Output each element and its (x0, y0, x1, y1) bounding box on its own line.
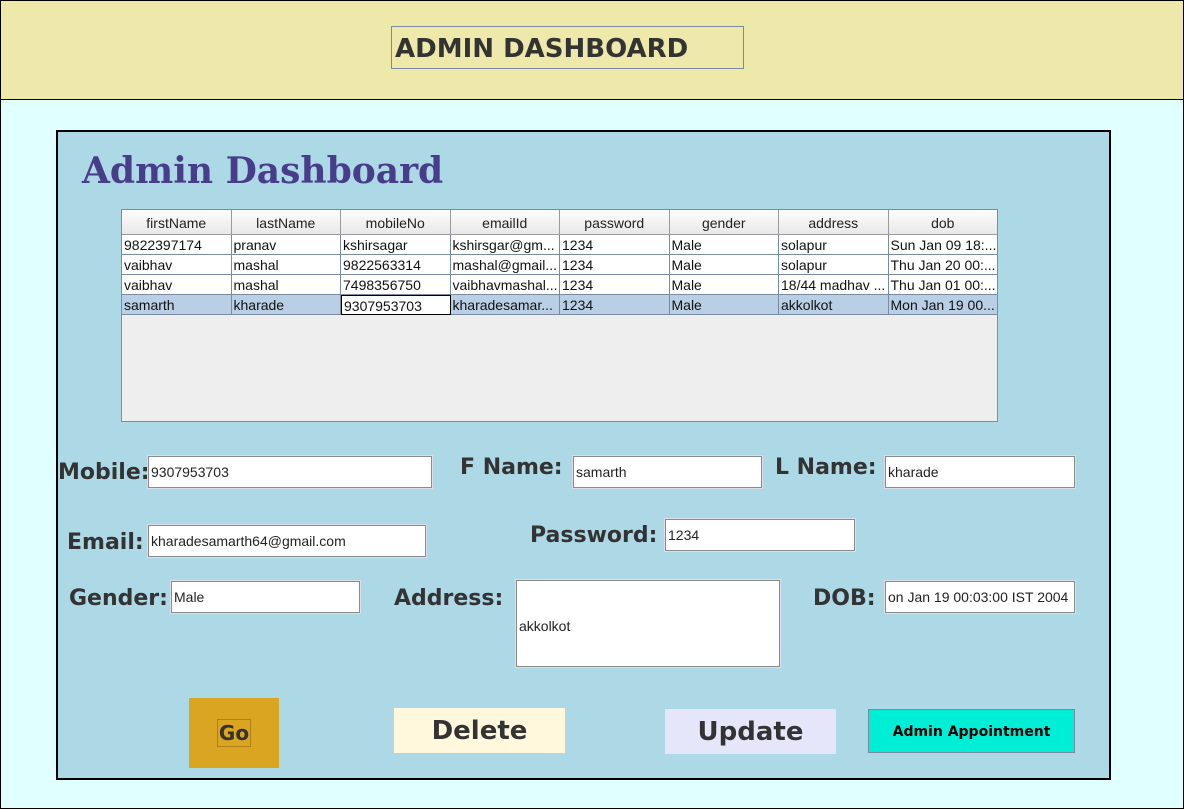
table-cell[interactable]: Mon Jan 19 00... (888, 295, 997, 315)
table-cell[interactable]: mashal (231, 275, 341, 295)
table-cell[interactable]: kharadesamar... (450, 295, 560, 315)
update-button[interactable]: Update (665, 709, 836, 754)
column-header-lastname[interactable]: lastName (231, 210, 341, 235)
table-cell[interactable]: mashal (231, 255, 341, 275)
table-cell[interactable]: Male (669, 235, 779, 255)
column-header-gender[interactable]: gender (669, 210, 779, 235)
go-button-label: Go (216, 719, 252, 747)
panel-title: Admin Dashboard (82, 150, 444, 192)
dob-label: DOB: (813, 586, 876, 611)
patients-table[interactable]: firstName lastName mobileNo emailId pass… (121, 209, 998, 422)
table-cell[interactable]: Thu Jan 01 00:... (888, 275, 997, 295)
table-cell[interactable]: Thu Jan 20 00:... (888, 255, 997, 275)
table-body: 9822397174 pranav kshirsagar kshirsgar@g… (122, 235, 997, 315)
mobile-field[interactable]: 9307953703 (148, 456, 432, 488)
table-cell[interactable]: vaibhav (122, 255, 232, 275)
table-cell[interactable]: vaibhav (122, 275, 232, 295)
table-cell[interactable]: 1234 (560, 255, 670, 275)
gender-field[interactable]: Male (171, 581, 360, 613)
table-row[interactable]: 9822397174 pranav kshirsagar kshirsgar@g… (122, 235, 997, 255)
table-row[interactable]: vaibhav mashal 9822563314 mashal@gmail..… (122, 255, 997, 275)
table-cell[interactable]: 7498356750 (341, 275, 451, 295)
dob-value: on Jan 19 00:03:00 IST 2004 (888, 589, 1069, 605)
gender-label: Gender: (69, 586, 168, 611)
dob-field[interactable]: on Jan 19 00:03:00 IST 2004 (885, 581, 1075, 613)
email-field[interactable]: kharadesamarth64@gmail.com (148, 525, 426, 557)
table-cell[interactable]: Male (669, 275, 779, 295)
go-button[interactable]: Go (189, 698, 279, 768)
fname-field[interactable]: samarth (573, 456, 762, 488)
lname-field[interactable]: kharade (885, 456, 1075, 488)
delete-button[interactable]: Delete (394, 708, 565, 753)
table-row-selected[interactable]: samarth kharade 9307953703 kharadesamar.… (122, 295, 997, 315)
table-cell[interactable]: 9822563314 (341, 255, 451, 275)
header-title: ADMIN DASHBOARD (391, 26, 744, 69)
table-cell[interactable]: pranav (231, 235, 341, 255)
password-field[interactable]: 1234 (665, 519, 855, 551)
column-header-address[interactable]: address (779, 210, 889, 235)
table-row[interactable]: vaibhav mashal 7498356750 vaibhavmashal.… (122, 275, 997, 295)
column-header-mobileno[interactable]: mobileNo (341, 210, 451, 235)
address-label: Address: (394, 586, 504, 611)
table-cell[interactable]: akkolkot (779, 295, 889, 315)
password-label: Password: (530, 523, 658, 548)
column-header-emailid[interactable]: emailId (450, 210, 560, 235)
table-cell[interactable]: samarth (122, 295, 232, 315)
address-textarea[interactable]: akkolkot (516, 580, 780, 667)
column-header-dob[interactable]: dob (888, 210, 997, 235)
table-cell[interactable]: 1234 (560, 235, 670, 255)
column-header-firstname[interactable]: firstName (122, 210, 232, 235)
table-cell[interactable]: kshirsgar@gm... (450, 235, 560, 255)
admin-appointment-button[interactable]: Admin Appointment (868, 709, 1075, 753)
table-cell[interactable]: Male (669, 295, 779, 315)
table-cell[interactable]: 9822397174 (122, 235, 232, 255)
email-label: Email: (67, 530, 144, 555)
table-cell[interactable]: vaibhavmashal... (450, 275, 560, 295)
lname-label: L Name: (775, 455, 877, 480)
table-cell[interactable]: mashal@gmail... (450, 255, 560, 275)
column-header-password[interactable]: password (560, 210, 670, 235)
table-cell-focused[interactable]: 9307953703 (341, 295, 451, 315)
table-cell[interactable]: kharade (231, 295, 341, 315)
table-cell[interactable]: 1234 (560, 295, 670, 315)
table-cell[interactable]: 1234 (560, 275, 670, 295)
fname-label: F Name: (460, 455, 563, 480)
table-cell[interactable]: kshirsagar (341, 235, 451, 255)
table-cell[interactable]: solapur (779, 235, 889, 255)
table-header: firstName lastName mobileNo emailId pass… (122, 210, 997, 235)
table-cell[interactable]: solapur (779, 255, 889, 275)
table-cell[interactable]: 18/44 madhav ... (779, 275, 889, 295)
mobile-label: Mobile: (58, 460, 150, 485)
table-cell[interactable]: Male (669, 255, 779, 275)
table-cell[interactable]: Sun Jan 09 18:... (888, 235, 997, 255)
